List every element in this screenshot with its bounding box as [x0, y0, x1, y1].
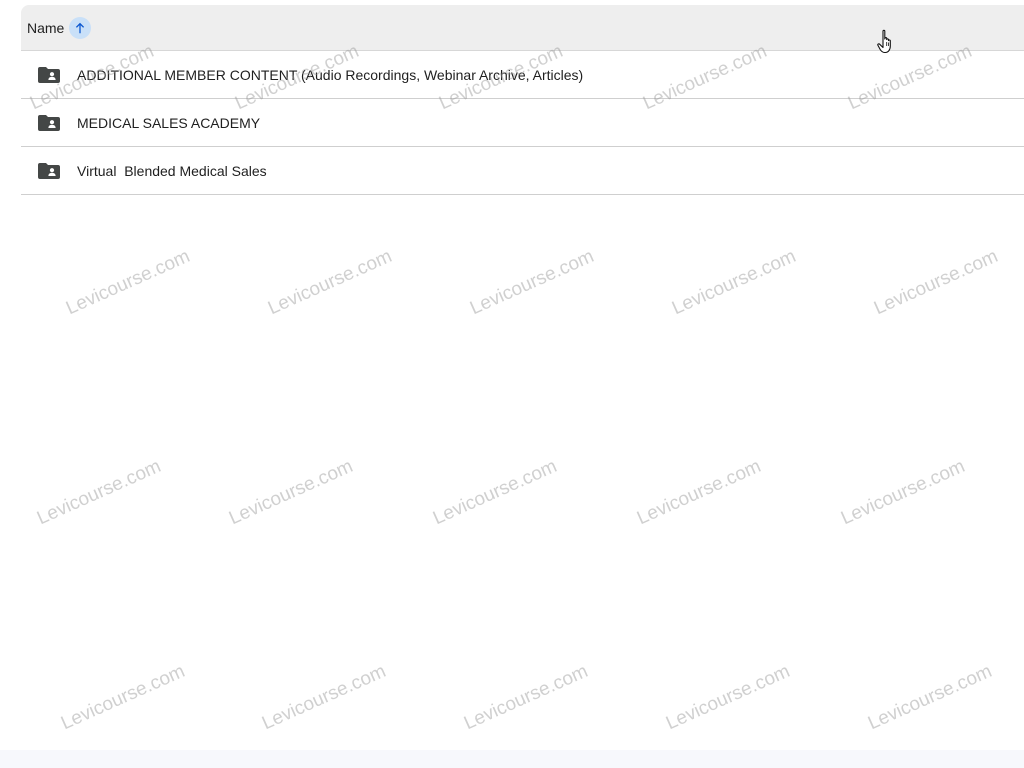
sort-ascending-button[interactable]	[69, 16, 92, 39]
shared-folder-icon	[38, 114, 60, 131]
folder-name: Virtual Blended Medical Sales	[77, 162, 267, 179]
watermark: Levicourse.com	[265, 245, 396, 320]
watermark: Levicourse.com	[838, 455, 969, 530]
name-column-label: Name	[27, 19, 65, 36]
shared-folder-icon	[38, 162, 60, 179]
watermark: Levicourse.com	[467, 245, 598, 320]
list-item[interactable]: MEDICAL SALES ACADEMY	[21, 99, 1024, 147]
name-column-header[interactable]: Name	[27, 16, 92, 39]
folder-name: MEDICAL SALES ACADEMY	[77, 114, 261, 131]
watermark: Levicourse.com	[669, 245, 800, 320]
hand-pointer-cursor-icon	[877, 29, 891, 54]
shared-folder-icon	[38, 66, 60, 83]
watermark: Levicourse.com	[259, 660, 390, 735]
watermark: Levicourse.com	[430, 455, 561, 530]
watermark: Levicourse.com	[871, 245, 1002, 320]
watermark: Levicourse.com	[865, 660, 996, 735]
watermark: Levicourse.com	[226, 455, 357, 530]
watermark: Levicourse.com	[58, 660, 189, 735]
watermark: Levicourse.com	[461, 660, 592, 735]
file-list: Name ADDITIONAL MEMBER CONTENT (Audio Re…	[21, 5, 1024, 195]
list-item[interactable]: ADDITIONAL MEMBER CONTENT (Audio Recordi…	[21, 51, 1024, 99]
watermark: Levicourse.com	[634, 455, 765, 530]
file-browser-page: Name ADDITIONAL MEMBER CONTENT (Audio Re…	[0, 0, 1024, 768]
watermark: Levicourse.com	[63, 245, 194, 320]
watermark: Levicourse.com	[34, 455, 165, 530]
list-header: Name	[21, 5, 1024, 51]
arrow-upward-icon	[76, 22, 85, 33]
folder-name: ADDITIONAL MEMBER CONTENT (Audio Recordi…	[77, 66, 584, 83]
bottom-strip	[0, 750, 1024, 768]
watermark: Levicourse.com	[663, 660, 794, 735]
list-item[interactable]: Virtual Blended Medical Sales	[21, 147, 1024, 195]
